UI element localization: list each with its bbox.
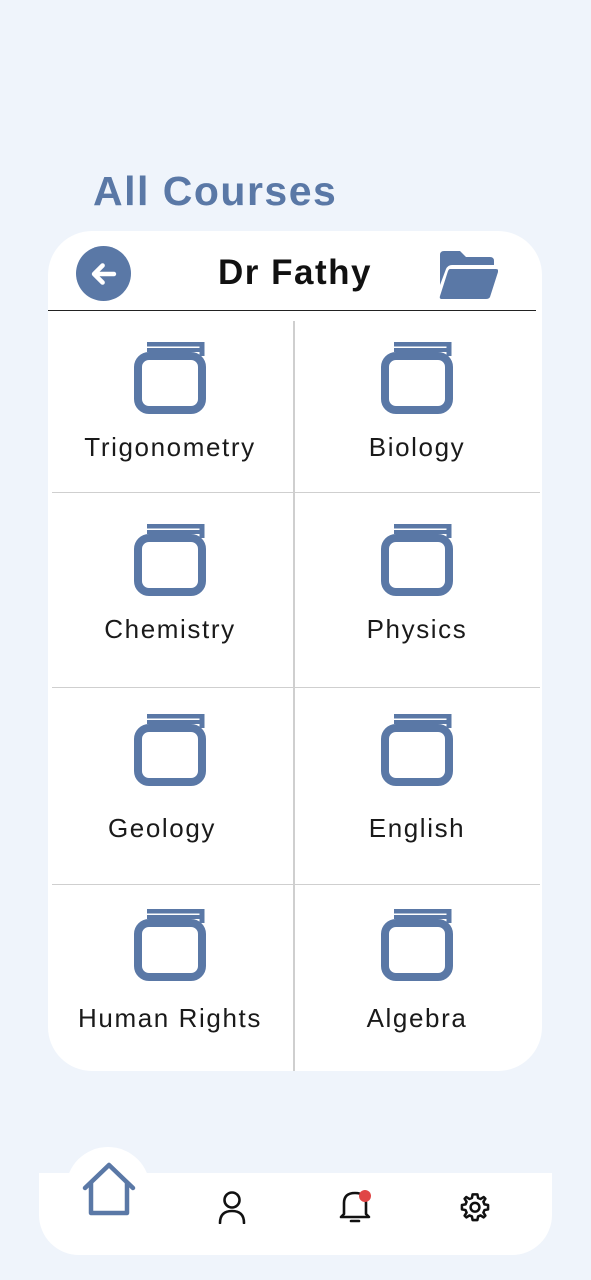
grid-row-divider xyxy=(52,687,540,688)
book-icon xyxy=(134,909,206,981)
course-label: Trigonometry xyxy=(84,432,256,462)
course-human-rights[interactable]: Human Rights xyxy=(48,909,292,1034)
course-biology[interactable]: Biology xyxy=(295,342,539,463)
course-physics[interactable]: Physics xyxy=(295,524,539,645)
book-icon xyxy=(381,909,453,981)
bell-icon xyxy=(339,1190,371,1223)
book-icon xyxy=(381,342,453,414)
page-title: All Courses xyxy=(93,168,338,214)
nav-settings[interactable] xyxy=(458,1190,492,1224)
course-chemistry[interactable]: Chemistry xyxy=(48,524,292,645)
book-icon xyxy=(134,342,206,414)
course-label: Geology xyxy=(107,813,217,843)
nav-notifications[interactable] xyxy=(336,1186,374,1226)
course-label: Physics xyxy=(366,614,468,644)
book-icon xyxy=(134,714,206,786)
course-label: Human Rights xyxy=(78,1003,262,1033)
course-label: English xyxy=(368,813,466,843)
grid-row-divider xyxy=(52,884,540,885)
course-label: Biology xyxy=(368,432,466,462)
courses-card: Dr Fathy Trigonometry Biology Chemistry … xyxy=(48,231,542,1071)
folder-open-icon[interactable] xyxy=(438,249,498,301)
header-divider xyxy=(48,310,536,311)
nav-home[interactable] xyxy=(78,1160,140,1218)
book-icon xyxy=(381,714,453,786)
home-icon xyxy=(82,1162,136,1216)
gear-icon xyxy=(460,1193,490,1222)
course-label: Chemistry xyxy=(104,614,236,644)
book-icon xyxy=(134,524,206,596)
course-label: Algebra xyxy=(366,1003,468,1033)
course-algebra[interactable]: Algebra xyxy=(295,909,539,1034)
grid-row-divider xyxy=(52,492,540,493)
nav-profile[interactable] xyxy=(214,1188,250,1226)
user-icon xyxy=(218,1191,246,1224)
card-header: Dr Fathy xyxy=(48,231,542,311)
course-english[interactable]: English xyxy=(295,714,539,844)
book-icon xyxy=(381,524,453,596)
course-geology[interactable]: Geology xyxy=(40,714,284,844)
course-trigonometry[interactable]: Trigonometry xyxy=(48,342,292,463)
